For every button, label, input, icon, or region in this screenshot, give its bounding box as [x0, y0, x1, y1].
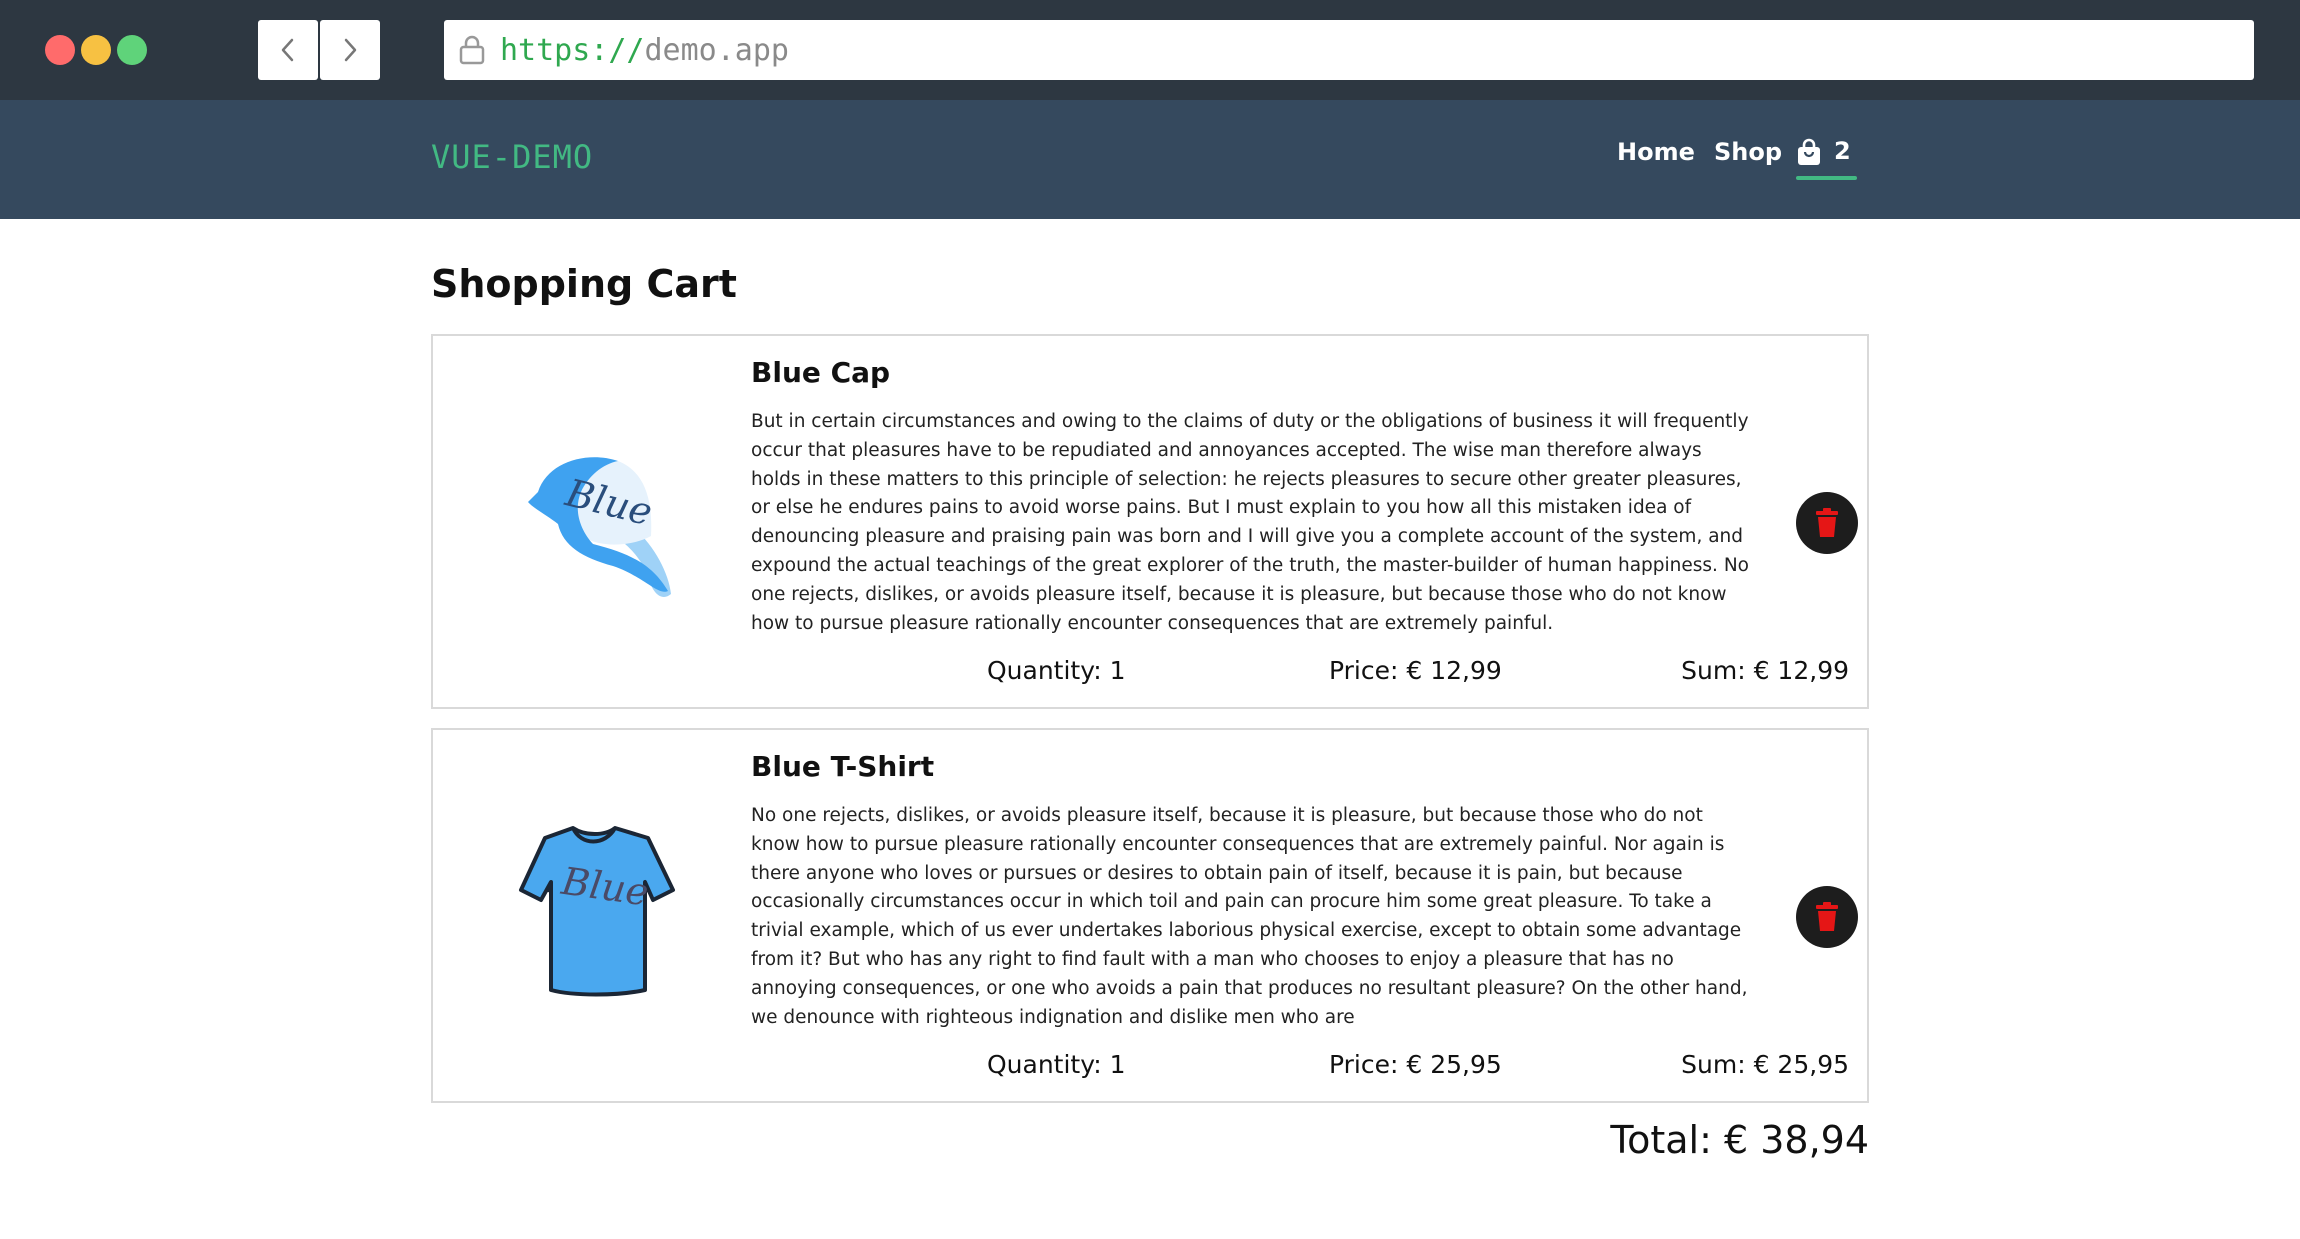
product-description: But in certain circumstances and owing t… — [751, 411, 1749, 634]
nav-link-home[interactable]: Home — [1617, 138, 1695, 166]
page-title: Shopping Cart — [431, 262, 737, 306]
active-nav-indicator — [1796, 176, 1857, 180]
cart-item: Blue Blue Cap But in certain circumstanc… — [431, 334, 1869, 709]
cart-total: Total: € 38,94 — [1610, 1118, 1869, 1162]
brand-logo[interactable]: VUE-DEMO — [431, 138, 593, 176]
browser-back-button[interactable] — [258, 20, 318, 80]
product-image-cap: Blue — [493, 426, 693, 606]
url-host: demo.app — [644, 32, 790, 68]
item-sum: Sum: € 12,99 — [1681, 656, 1849, 685]
product-description: No one rejects, dislikes, or avoids plea… — [751, 805, 1748, 1028]
item-quantity: Quantity: 1 — [987, 656, 1126, 685]
item-quantity: Quantity: 1 — [987, 1050, 1126, 1079]
remove-item-button[interactable] — [1796, 492, 1858, 554]
product-image-tshirt: Blue — [493, 820, 693, 1000]
remove-item-button[interactable] — [1796, 886, 1858, 948]
cart-item: Blue Blue T-Shirt No one rejects, dislik… — [431, 728, 1869, 1103]
nav-link-shop[interactable]: Shop — [1714, 138, 1782, 166]
url-scheme: https:// — [500, 32, 645, 68]
window-minimize-button[interactable] — [81, 35, 111, 65]
product-name: Blue T-Shirt — [751, 750, 935, 783]
address-bar[interactable]: https://demo.app — [444, 20, 2254, 80]
nav-link-cart[interactable]: 2 — [1796, 130, 1857, 180]
chevron-left-icon — [281, 38, 294, 62]
window-maximize-button[interactable] — [117, 35, 147, 65]
url-text: https://demo.app — [500, 33, 789, 68]
lock-icon — [459, 35, 485, 65]
item-price: Price: € 25,95 — [1329, 1050, 1502, 1079]
browser-toolbar: https://demo.app — [0, 0, 2300, 100]
cart-count-badge: 2 — [1834, 137, 1851, 165]
app-header: VUE-DEMO Home Shop 2 — [0, 100, 2300, 219]
item-price: Price: € 12,99 — [1329, 656, 1502, 685]
item-sum: Sum: € 25,95 — [1681, 1050, 1849, 1079]
product-name: Blue Cap — [751, 356, 891, 389]
browser-forward-button[interactable] — [320, 20, 380, 80]
shopping-bag-icon — [1798, 138, 1820, 165]
chevron-right-icon — [344, 38, 357, 62]
window-close-button[interactable] — [45, 35, 75, 65]
trash-icon — [1816, 902, 1838, 931]
trash-icon — [1816, 508, 1838, 537]
